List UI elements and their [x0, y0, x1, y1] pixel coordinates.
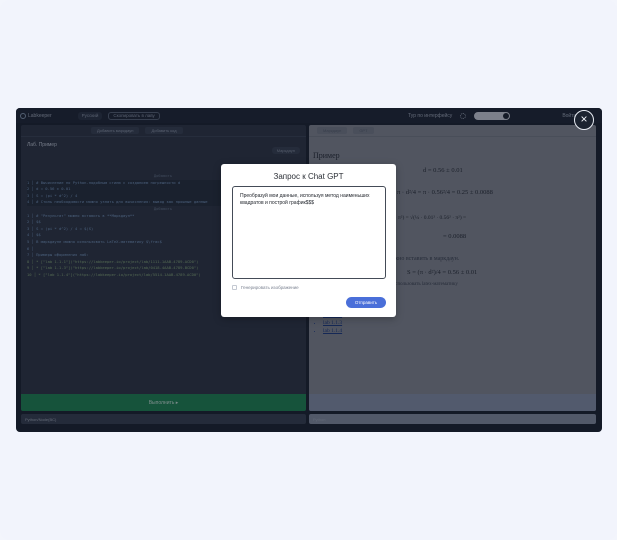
generate-image-label: Генерировать изображение [241, 285, 299, 290]
dialog-title: Запрос к Chat GPT [273, 172, 344, 181]
gpt-request-dialog: Запрос к Chat GPT Преобразуй мои данные,… [221, 164, 396, 317]
prompt-textarea[interactable]: Преобразуй мои данные, используя метод н… [232, 186, 386, 279]
generate-image-option[interactable]: Генерировать изображение [232, 285, 299, 290]
close-icon[interactable]: × [574, 110, 594, 130]
send-button[interactable]: Отправить [346, 297, 386, 308]
generate-image-checkbox[interactable] [232, 285, 237, 290]
